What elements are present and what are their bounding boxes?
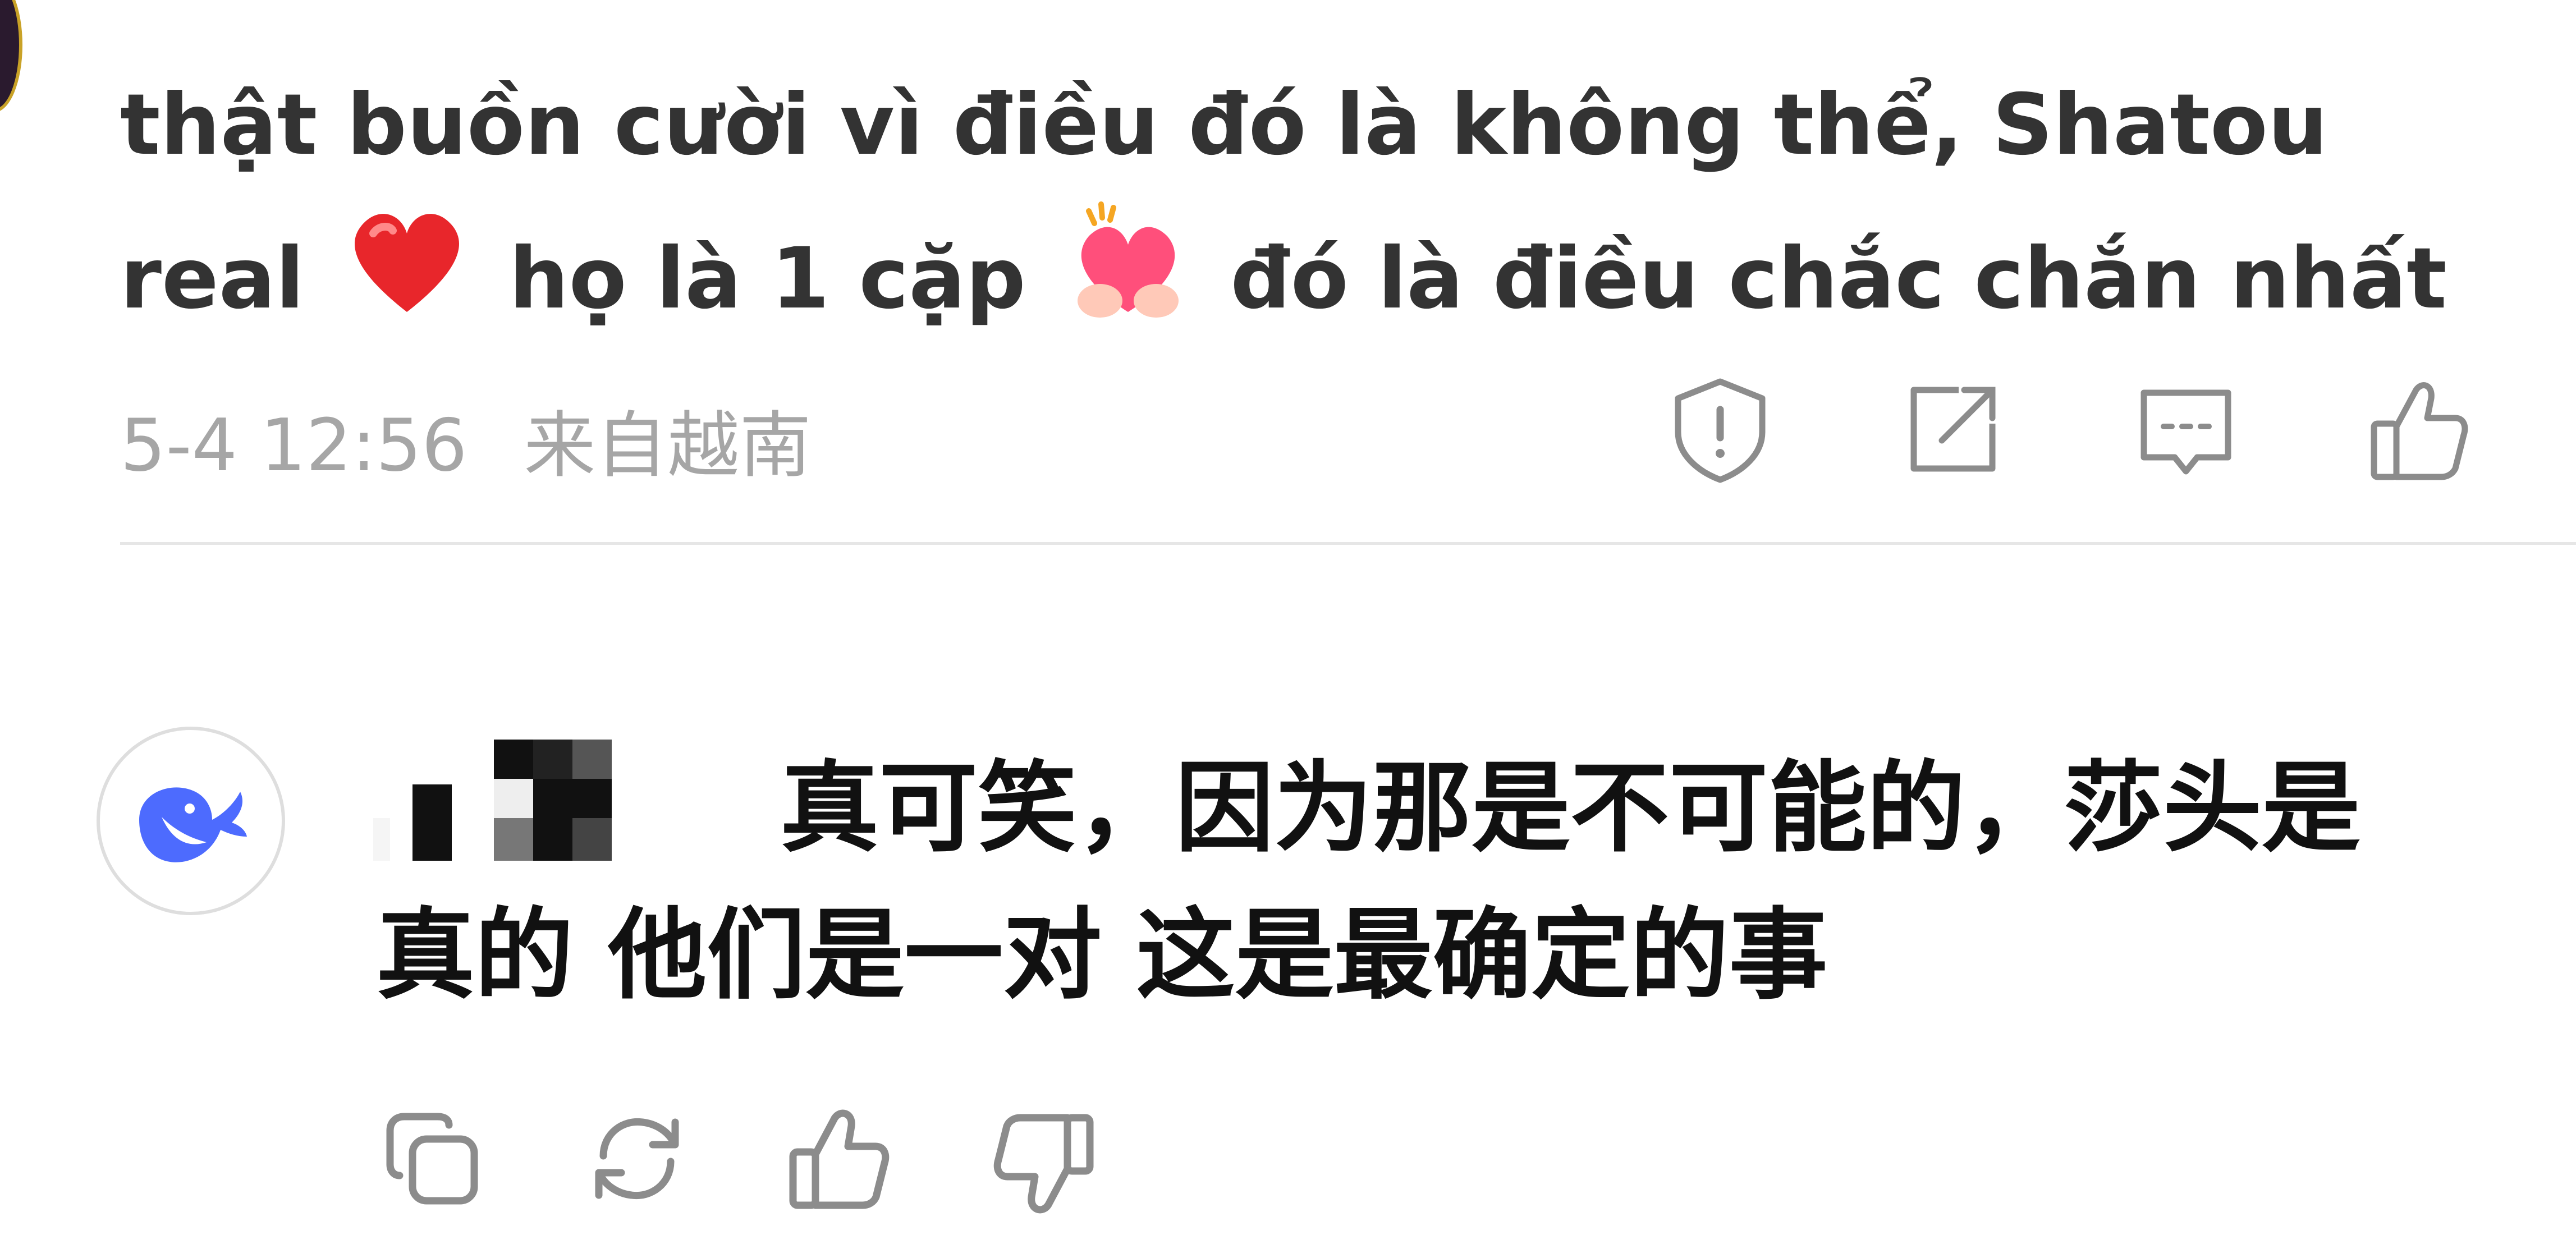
whale-logo-icon xyxy=(139,787,247,862)
share-icon[interactable] xyxy=(1897,373,2009,485)
comment-location: 来自越南 xyxy=(524,404,812,488)
comment-meta: 5-4 12:56 来自越南 xyxy=(120,387,811,491)
reply-line-2: 真的 他们是一对 这是最确定的事 xyxy=(376,882,2453,1029)
commenter-avatar[interactable] xyxy=(0,0,22,112)
report-icon[interactable] xyxy=(1664,373,1776,485)
comment-text-part-3: họ là 1 cặp xyxy=(508,230,1026,328)
comment-text-part-2: real xyxy=(120,230,305,328)
assistant-reply: 真可笑，因为那是不可能的，莎头是 真的 他们是一对 这是最确定的事 xyxy=(376,735,2453,1029)
divider xyxy=(120,542,2576,545)
comment-line-1: thật buồn cười vì điều đó là không thể, … xyxy=(120,50,2533,200)
assistant-avatar xyxy=(97,727,285,915)
comment-text-part-4: đó là điều chắc chắn nhất xyxy=(1230,230,2447,328)
reply-line-1: 真可笑，因为那是不可能的，莎头是 xyxy=(376,735,2453,882)
regenerate-icon[interactable] xyxy=(581,1103,693,1215)
heart-hands-icon xyxy=(1066,200,1190,369)
comment-date: 5-4 12:56 xyxy=(120,404,467,488)
reply-line-1-text: 真可笑，因为那是不可能的，莎头是 xyxy=(780,751,2361,866)
comment-text: thật buồn cười vì điều đó là không thể, … xyxy=(120,50,2533,369)
reply-line-2-text: 真的 他们是一对 这是最确定的事 xyxy=(376,898,1828,1013)
comment-text-part-1: thật buồn cười vì điều đó là không thể, … xyxy=(120,76,2328,174)
comment-icon[interactable] xyxy=(2130,373,2242,485)
copy-icon[interactable] xyxy=(376,1103,488,1215)
thumbs-down-icon[interactable] xyxy=(988,1108,1100,1220)
thumbs-up-icon[interactable] xyxy=(783,1103,895,1215)
red-heart-icon xyxy=(345,205,469,364)
comment-line-2: real họ là 1 cặp đó là điều chắc chắn nh… xyxy=(120,200,2533,369)
like-icon[interactable] xyxy=(2363,373,2475,485)
